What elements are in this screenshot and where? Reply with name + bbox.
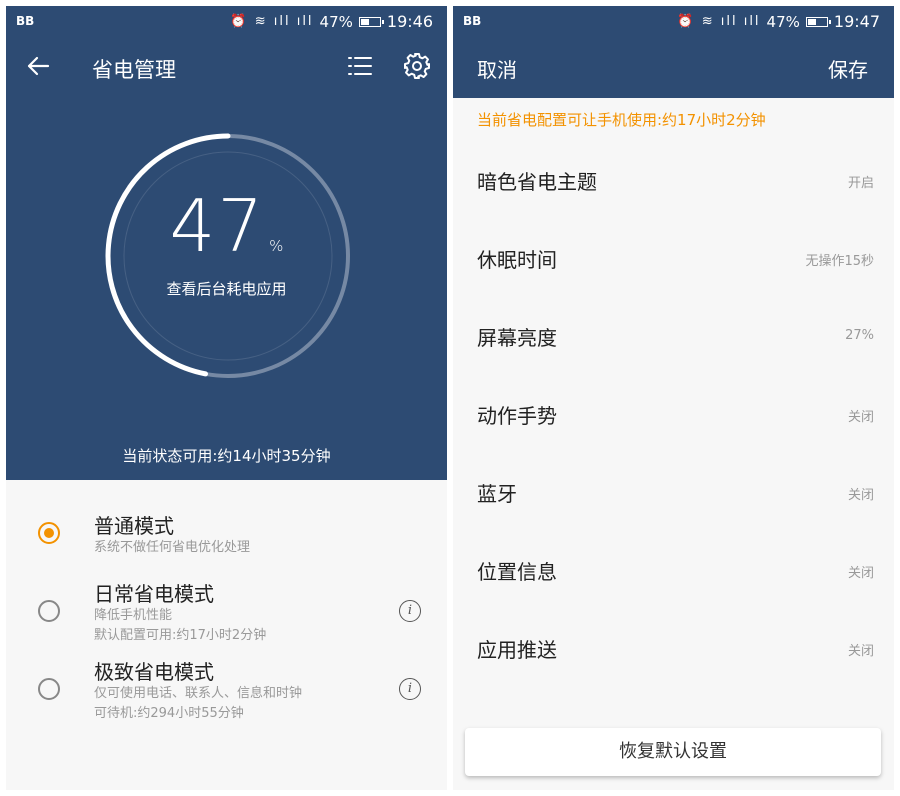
setting-brightness[interactable]: 屏幕亮度 27%	[453, 298, 894, 376]
setting-label: 动作手势	[477, 404, 557, 428]
clock: 19:47	[833, 12, 880, 31]
view-background-apps-link[interactable]: 查看后台耗电应用	[6, 278, 447, 299]
mode-description: 降低手机性能	[94, 608, 173, 623]
setting-value: 关闭	[847, 566, 874, 581]
status-bar: BB ⏰ ≋ ıll ıll 47% 19:47	[453, 6, 894, 40]
setting-label: 休眠时间	[477, 248, 557, 272]
mode-ultra-saving-radio[interactable]	[38, 678, 60, 700]
setting-label: 蓝牙	[477, 482, 517, 506]
setting-label: 暗色省电主题	[477, 170, 597, 194]
setting-app-push[interactable]: 应用推送 关闭	[453, 610, 894, 688]
setting-dark-theme[interactable]: 暗色省电主题 开启	[453, 142, 894, 220]
setting-bluetooth[interactable]: 蓝牙 关闭	[453, 454, 894, 532]
mode-daily-saving-radio[interactable]	[38, 600, 60, 622]
battery-percent: 47%	[319, 12, 353, 31]
status-bar: BB ⏰ ≋ ıll ıll 47% 19:46	[6, 6, 447, 40]
app-bar: 取消 保存	[453, 40, 894, 98]
mode-title: 普通模式	[94, 514, 174, 538]
power-config-screen: BB ⏰ ≋ ıll ıll 47% 19:47 取消 保存 当前省电配置可让手…	[453, 6, 894, 790]
setting-value: 关闭	[847, 488, 874, 503]
setting-value: 无操作15秒	[805, 254, 874, 269]
power-management-screen: BB ⏰ ≋ ıll ıll 47% 19:46 省电管理 47 % 查看后台耗…	[6, 6, 447, 790]
battery-percent: 47%	[766, 12, 800, 31]
header-panel: BB ⏰ ≋ ıll ıll 47% 19:47 取消 保存	[453, 6, 894, 98]
setting-label: 屏幕亮度	[477, 326, 557, 350]
percent-unit: %	[269, 237, 284, 255]
mode-description: 仅可使用电话、联系人、信息和时钟	[94, 686, 303, 701]
setting-value: 关闭	[847, 644, 874, 659]
gear-icon[interactable]	[403, 52, 431, 80]
page-title: 省电管理	[92, 58, 176, 82]
battery-dial-area: 47% 查看后台耗电应用 当前状态可用:约14小时35分钟	[6, 98, 447, 480]
info-icon[interactable]: i	[399, 600, 421, 622]
status-icons: ⏰ ≋ ıll ıll	[677, 14, 761, 29]
battery-icon	[358, 16, 384, 27]
settings-list: 暗色省电主题 开启 休眠时间 无操作15秒 屏幕亮度 27% 动作手势 关闭 蓝…	[453, 142, 894, 688]
setting-label: 位置信息	[477, 560, 557, 584]
setting-gestures[interactable]: 动作手势 关闭	[453, 376, 894, 454]
usage-estimate-notice: 当前省电配置可让手机使用:约17小时2分钟	[477, 111, 766, 129]
mode-title: 日常省电模式	[94, 582, 214, 606]
setting-sleep-time[interactable]: 休眠时间 无操作15秒	[453, 220, 894, 298]
carrier-icon: BB	[16, 14, 35, 28]
current-status-estimate: 当前状态可用:约14小时35分钟	[122, 447, 331, 465]
save-button[interactable]: 保存	[828, 54, 868, 83]
restore-defaults-button[interactable]: 恢复默认设置	[465, 728, 881, 776]
clock: 19:46	[386, 12, 433, 31]
mode-title: 极致省电模式	[94, 660, 214, 684]
mode-description: 系统不做任何省电优化处理	[94, 540, 251, 555]
battery-percent-value: 47	[169, 184, 266, 268]
cancel-button[interactable]: 取消	[477, 54, 517, 83]
header-panel: BB ⏰ ≋ ıll ıll 47% 19:46 省电管理 47 % 查看后台耗…	[6, 6, 447, 480]
setting-value: 27%	[845, 328, 874, 343]
app-bar: 省电管理	[6, 40, 447, 98]
setting-location[interactable]: 位置信息 关闭	[453, 532, 894, 610]
status-icons: ⏰ ≋ ıll ıll	[230, 14, 314, 29]
battery-level[interactable]: 47%	[6, 184, 447, 268]
mode-normal-radio[interactable]	[38, 522, 60, 544]
arrow-left-icon[interactable]	[24, 52, 52, 80]
mode-estimate: 默认配置可用:约17小时2分钟	[94, 628, 267, 643]
mode-estimate: 可待机:约294小时55分钟	[94, 706, 244, 721]
setting-value: 关闭	[847, 410, 874, 425]
list-icon[interactable]	[347, 54, 373, 78]
info-icon[interactable]: i	[399, 678, 421, 700]
battery-icon	[805, 16, 831, 27]
carrier-icon: BB	[463, 14, 482, 28]
setting-label: 应用推送	[477, 638, 557, 662]
setting-value: 开启	[847, 176, 874, 191]
